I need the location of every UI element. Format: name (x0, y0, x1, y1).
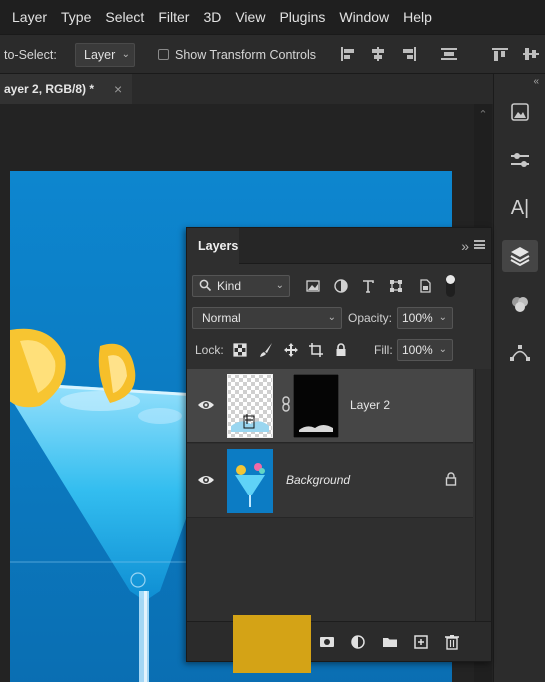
menu-bar: Layer Type Select Filter 3D View Plugins… (0, 0, 545, 34)
menu-3d[interactable]: 3D (196, 0, 228, 34)
auto-select-dropdown[interactable]: Layer ⌄ (75, 43, 135, 67)
type-layer-filter-icon[interactable] (360, 278, 376, 294)
close-icon[interactable]: × (114, 74, 122, 104)
yellow-overlay-block (233, 615, 311, 673)
auto-select-label: to-Select: (4, 48, 57, 62)
menu-window[interactable]: Window (332, 0, 396, 34)
layer-name[interactable]: Background (286, 473, 350, 487)
document-tab-title: ayer 2, RGB/8) * (4, 82, 95, 96)
layer-row-background[interactable]: Background (187, 444, 473, 518)
eye-visibility-icon[interactable] (197, 473, 215, 487)
layers-panel-header: Layers » (187, 228, 491, 264)
smart-object-filter-icon[interactable] (417, 278, 433, 294)
character-icon[interactable]: A| (502, 192, 538, 224)
opacity-label: Opacity: (348, 311, 393, 325)
new-group-folder-icon[interactable] (382, 634, 398, 650)
menu-filter[interactable]: Filter (151, 0, 196, 34)
background-thumbnail[interactable] (227, 449, 273, 513)
search-icon (199, 279, 212, 292)
panel-dock: « A| (493, 74, 545, 682)
collapse-panel-icon[interactable]: » (461, 238, 469, 254)
auto-select-value: Layer (84, 48, 116, 62)
filter-kind-label: Kind (217, 279, 242, 293)
eye-visibility-icon[interactable] (197, 398, 215, 412)
options-bar: to-Select: Layer ⌄ Show Transform Contro… (0, 34, 545, 74)
align-horizontal-centers-icon[interactable] (369, 46, 387, 62)
document-tab-bar: ayer 2, RGB/8) * × (0, 74, 493, 104)
panel-menu-icon[interactable] (474, 240, 485, 249)
collapse-icon[interactable]: « (533, 76, 539, 87)
layer-name[interactable]: Layer 2 (350, 398, 390, 412)
layer-row-layer-2[interactable]: Layer 2 (187, 369, 473, 443)
lock-all-padlock-icon[interactable] (333, 342, 349, 358)
lock-position-move-icon[interactable] (283, 342, 299, 358)
trash-icon[interactable] (444, 634, 460, 650)
layers-scrollbar[interactable] (475, 369, 491, 621)
layers-panel-tab[interactable]: Layers (187, 228, 239, 264)
filter-toggle-switch[interactable] (446, 275, 455, 297)
layer-2-thumbnail[interactable] (227, 374, 273, 438)
shape-layer-filter-icon[interactable] (388, 278, 404, 294)
align-left-edges-icon[interactable] (339, 46, 357, 62)
align-right-edges-icon[interactable] (400, 46, 418, 62)
menu-type[interactable]: Type (54, 0, 98, 34)
pixel-layer-filter-icon[interactable] (305, 278, 321, 294)
blend-mode-value: Normal (202, 311, 241, 325)
menu-help[interactable]: Help (396, 0, 439, 34)
lock-transparent-pixels-icon[interactable] (232, 342, 248, 358)
channels-icon[interactable] (502, 288, 538, 320)
fill-value: 100% (402, 343, 433, 357)
show-transform-checkbox[interactable] (158, 49, 169, 60)
character-glyph: A| (510, 196, 530, 219)
link-chain-icon[interactable] (278, 396, 294, 412)
menu-plugins[interactable]: Plugins (272, 0, 332, 34)
adjustment-layer-filter-icon[interactable] (333, 278, 349, 294)
chevron-down-icon: ⌄ (275, 280, 284, 291)
fill-input[interactable]: 100% ⌄ (397, 339, 453, 361)
filter-kind-dropdown[interactable]: Kind ⌄ (192, 275, 290, 297)
layers-icon[interactable] (502, 240, 538, 272)
menu-layer[interactable]: Layer (0, 0, 54, 34)
new-adjustment-layer-icon[interactable] (350, 634, 366, 650)
libraries-icon[interactable] (502, 96, 538, 128)
lock-label: Lock: (195, 343, 224, 357)
menu-view[interactable]: View (228, 0, 272, 34)
blend-mode-dropdown[interactable]: Normal ⌄ (192, 307, 342, 329)
paths-icon[interactable] (502, 336, 538, 368)
lock-artboard-crop-icon[interactable] (308, 342, 324, 358)
opacity-input[interactable]: 100% ⌄ (397, 307, 453, 329)
chevron-down-icon: ⌄ (327, 312, 336, 323)
chevron-down-icon[interactable]: ⌄ (439, 308, 447, 328)
new-layer-icon[interactable] (413, 634, 429, 650)
lock-icon[interactable] (443, 471, 459, 487)
document-tab[interactable]: ayer 2, RGB/8) * × (0, 74, 132, 104)
add-mask-icon[interactable] (319, 634, 335, 650)
menu-select[interactable]: Select (98, 0, 151, 34)
fill-label: Fill: (374, 343, 393, 357)
adjustments-icon[interactable] (502, 144, 538, 176)
opacity-value: 100% (402, 311, 433, 325)
chevron-down-icon[interactable]: ⌄ (439, 340, 447, 360)
layer-mask-thumbnail[interactable] (293, 374, 339, 438)
layers-panel: Layers » Kind ⌄ Normal ⌄ Opacity: 100% ⌄… (186, 227, 492, 662)
distribute-icon[interactable] (440, 46, 458, 62)
show-transform-label: Show Transform Controls (175, 48, 317, 62)
align-vertical-centers-icon[interactable] (522, 46, 540, 62)
lock-image-pixels-brush-icon[interactable] (258, 342, 274, 358)
align-top-edges-icon[interactable] (491, 46, 509, 62)
chevron-down-icon: ⌄ (121, 49, 130, 60)
scroll-up-icon[interactable]: ⌃ (474, 108, 492, 121)
